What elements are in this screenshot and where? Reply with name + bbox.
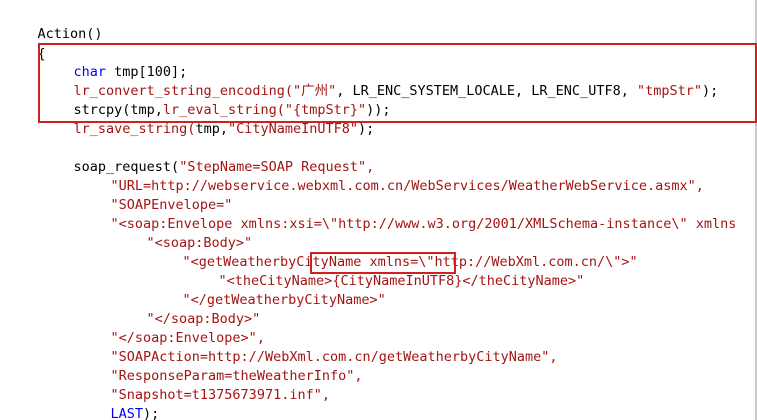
tmp-arg: tmp, bbox=[195, 121, 228, 137]
code-line-envelope-close: "</soap:Envelope>", bbox=[78, 310, 265, 346]
code-line-soap-request: soap_request("StepName=SOAP Request", bbox=[41, 139, 375, 175]
close-paren: ); bbox=[143, 406, 160, 420]
code-line-soapenvelope: "SOAPEnvelope=" bbox=[78, 177, 233, 213]
code-line-snapshot: "Snapshot=t1375673971.inf", bbox=[78, 367, 330, 403]
code-editor[interactable]: Action() { char tmp[100]; lr_convert_str… bbox=[0, 0, 757, 420]
close-paren: ); bbox=[702, 83, 719, 99]
code-line-last: LAST); bbox=[78, 386, 160, 420]
code-line-url: "URL=http://webservice.webxml.com.cn/Web… bbox=[78, 158, 704, 194]
function-name: Action() bbox=[37, 26, 103, 42]
save-string-fn: lr_save_string( bbox=[73, 121, 196, 137]
code-line-envelope-open: "<soap:Envelope xmlns:xsi=\"http://www.w… bbox=[78, 196, 737, 232]
close-paren: ); bbox=[358, 121, 375, 137]
tmpstr-literal: "tmpStr" bbox=[636, 83, 702, 99]
code-line-getweather-open: "<getWeatherbyCityName xmlns=\"http://We… bbox=[150, 234, 638, 270]
code-line-convert-encoding: lr_convert_string_encoding("广州", LR_ENC_… bbox=[41, 63, 719, 99]
code-line-strcpy: strcpy(tmp,lr_eval_string("{tmpStr}")); bbox=[41, 82, 391, 118]
thecityname-close-literal: </theCityName>" bbox=[462, 273, 585, 289]
code-line-char-decl: char tmp[100]; bbox=[41, 44, 188, 80]
code-line-getweather-close: "</getWeatherbyCityName>" bbox=[150, 272, 386, 308]
code-line-body-open: "<soap:Body>" bbox=[114, 215, 253, 251]
keyword-last: LAST bbox=[110, 406, 144, 420]
code-line-soapaction: "SOAPAction=http://WebXml.com.cn/getWeat… bbox=[78, 329, 558, 365]
code-line-thecityname: "<theCityName>{CityNameInUTF8}</theCityN… bbox=[186, 253, 585, 289]
code-line-open-brace: { bbox=[5, 26, 46, 62]
code-line-body-close: "</soap:Body>" bbox=[114, 291, 261, 327]
code-line-save-string: lr_save_string(tmp,"CityNameInUTF8"); bbox=[41, 101, 375, 137]
code-line-action: Action() bbox=[5, 6, 103, 42]
cityname-literal: "CityNameInUTF8" bbox=[227, 121, 358, 137]
code-line-responseparam: "ResponseParam=theWeatherInfo", bbox=[78, 348, 363, 384]
